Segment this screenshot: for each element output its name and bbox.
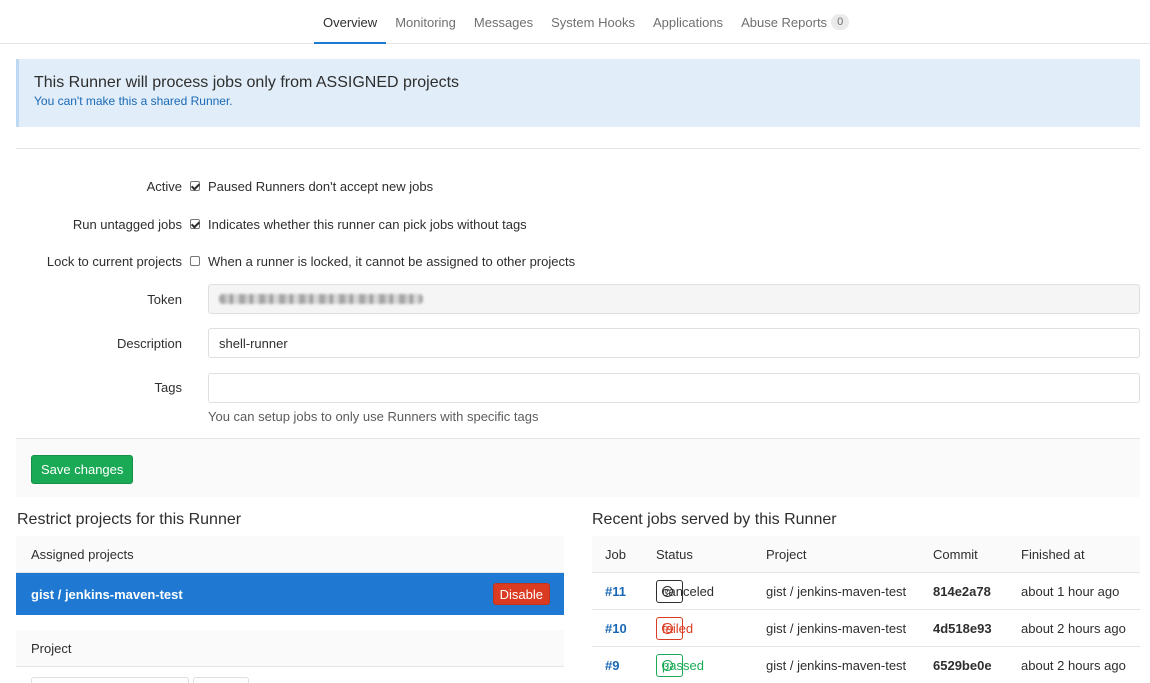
assigned-project-name[interactable]: gist / jenkins-maven-test xyxy=(31,587,183,602)
tags-label: Tags xyxy=(154,380,182,395)
project-search-button[interactable] xyxy=(193,677,249,683)
token-field[interactable] xyxy=(208,284,1140,314)
tab-monitoring[interactable]: Monitoring xyxy=(386,0,465,44)
job-project: gist / jenkins-maven-test xyxy=(766,621,907,636)
table-row: #9 ✓ passed gist / jenkins-maven-test 652… xyxy=(592,647,1140,683)
token-label: Token xyxy=(147,292,182,307)
tab-monitoring-label: Monitoring xyxy=(395,14,456,30)
tab-system-hooks[interactable]: System Hooks xyxy=(542,0,644,44)
job-commit: 4d518e93 xyxy=(933,621,992,636)
tab-messages[interactable]: Messages xyxy=(465,0,542,44)
recent-jobs-title: Recent jobs served by this Runner xyxy=(592,511,837,528)
run-untagged-help: Indicates whether this runner can pick j… xyxy=(208,217,527,232)
description-value: shell-runner xyxy=(219,335,288,351)
project-search-input[interactable] xyxy=(31,677,189,683)
admin-top-nav: Overview Monitoring Messages System Hook… xyxy=(0,0,1150,44)
col-job: Job xyxy=(605,547,626,562)
table-row: #10 ✕ failed gist / jenkins-maven-test 4d… xyxy=(592,610,1140,647)
section-divider xyxy=(16,148,1140,149)
tags-input[interactable] xyxy=(208,373,1140,403)
disable-project-button[interactable]: Disable xyxy=(492,583,550,605)
assigned-project-row[interactable]: gist / jenkins-maven-test Disable xyxy=(16,573,564,615)
active-checkbox[interactable] xyxy=(190,181,200,191)
job-project: gist / jenkins-maven-test xyxy=(766,584,907,599)
nav-tabs: Overview Monitoring Messages System Hook… xyxy=(314,0,858,44)
restrict-projects-title: Restrict projects for this Runner xyxy=(17,511,242,528)
status-badge[interactable]: ✕ failed xyxy=(656,617,693,640)
job-id-link[interactable]: #10 xyxy=(605,621,627,636)
abuse-reports-count-badge: 0 xyxy=(831,14,850,30)
tab-applications[interactable]: Applications xyxy=(644,0,732,44)
assigned-projects-header: Assigned projects xyxy=(16,536,564,573)
job-id-link[interactable]: #11 xyxy=(605,584,626,599)
tab-overview-label: Overview xyxy=(323,14,378,30)
form-actions: Save changes xyxy=(16,438,1140,497)
active-label: Active xyxy=(146,179,182,194)
tab-system-hooks-label: System Hooks xyxy=(551,14,635,30)
description-input[interactable]: shell-runner xyxy=(208,328,1140,358)
runner-scope-banner: This Runner will process jobs only from … xyxy=(16,59,1140,127)
token-value-obscured xyxy=(219,294,423,304)
active-help: Paused Runners don't accept new jobs xyxy=(208,179,434,194)
save-changes-button[interactable]: Save changes xyxy=(31,455,134,484)
status-text: failed xyxy=(662,621,694,636)
description-label: Description xyxy=(116,336,182,351)
lock-projects-help: When a runner is locked, it cannot be as… xyxy=(208,254,576,269)
tab-abuse-reports-label: Abuse Reports xyxy=(741,14,828,30)
status-badge[interactable]: ✓ passed xyxy=(656,654,704,677)
lock-projects-label: Lock to current projects xyxy=(46,254,182,269)
job-project: gist / jenkins-maven-test xyxy=(766,658,907,673)
col-status: Status xyxy=(656,547,693,562)
run-untagged-label: Run untagged jobs xyxy=(72,217,182,232)
job-id-link[interactable]: #9 xyxy=(605,658,619,673)
tab-applications-label: Applications xyxy=(652,14,724,30)
tags-hint: You can setup jobs to only use Runners w… xyxy=(208,409,539,424)
col-commit: Commit xyxy=(933,547,978,562)
tab-overview[interactable]: Overview xyxy=(314,0,387,44)
table-row: #11 ⊘ canceled gist / jenkins-maven-test … xyxy=(592,573,1140,610)
col-project: Project xyxy=(766,547,807,562)
col-finished-at: Finished at xyxy=(1021,547,1085,562)
project-column-header: Project xyxy=(16,630,564,667)
job-finished-at: about 2 hours ago xyxy=(1021,658,1126,673)
run-untagged-checkbox[interactable] xyxy=(190,219,200,229)
tab-abuse-reports[interactable]: Abuse Reports 0 xyxy=(732,0,858,44)
status-badge[interactable]: ⊘ canceled xyxy=(656,580,714,603)
job-commit: 814e2a78 xyxy=(933,584,991,599)
banner-subtitle: You can't make this a shared Runner. xyxy=(34,94,233,108)
status-text: canceled xyxy=(662,584,715,599)
banner-title: This Runner will process jobs only from … xyxy=(34,74,460,91)
tab-messages-label: Messages xyxy=(473,14,534,30)
job-finished-at: about 2 hours ago xyxy=(1021,621,1126,636)
job-finished-at: about 1 hour ago xyxy=(1021,584,1120,599)
status-text: passed xyxy=(662,658,704,673)
lock-projects-checkbox[interactable] xyxy=(190,256,200,266)
jobs-table-header: Job Status Project Commit Finished at xyxy=(592,536,1140,573)
job-commit: 6529be0e xyxy=(933,658,992,673)
